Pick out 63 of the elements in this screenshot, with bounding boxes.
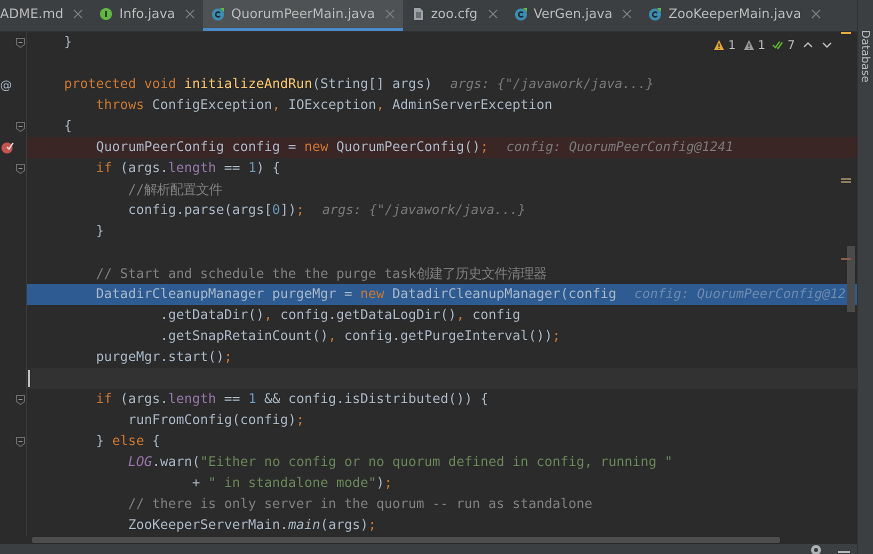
- code-line: }: [63, 35, 72, 50]
- code-line: {: [63, 119, 72, 134]
- close-icon[interactable]: [488, 9, 498, 19]
- editor-tab[interactable]: ADME.md: [0, 0, 92, 31]
- editor-tab[interactable]: zoo.cfg: [402, 0, 506, 31]
- close-icon[interactable]: [384, 9, 395, 19]
- error-stripe-marker[interactable]: [841, 178, 851, 180]
- inline-value-hint: config: QuorumPeerConfig@1241: [506, 140, 734, 155]
- inline-value-hint: args: {"/javawork/java...}: [450, 77, 654, 92]
- code-line: + " in standalone mode");: [191, 476, 392, 491]
- close-icon[interactable]: [73, 9, 84, 19]
- double-check-icon: [772, 39, 784, 51]
- fold-icon[interactable]: [16, 436, 25, 446]
- editor-tab[interactable]: ZooKeeperMain.java: [640, 0, 830, 31]
- class-icon: [648, 7, 662, 21]
- close-icon[interactable]: [185, 9, 196, 19]
- chevron-up-icon[interactable]: [802, 40, 814, 50]
- code-line: // Start and schedule the the purge task创建了历史文件清理器: [95, 266, 546, 282]
- code-line: LOG.warn("Either no config or no quorum defined in config, running ": [127, 455, 672, 470]
- breakpoint-icon[interactable]: [1, 141, 14, 154]
- side-panel-tab[interactable]: Database: [859, 0, 872, 82]
- class-icon: [211, 7, 226, 21]
- code-line: runFromConfig(config);: [127, 413, 304, 428]
- override-marker[interactable]: @: [0, 78, 12, 92]
- horizontal-scrollbar[interactable]: [32, 537, 780, 543]
- code-line: protected void initializeAndRun(String[] args): [63, 77, 432, 92]
- code-line: purgeMgr.start();: [95, 350, 232, 365]
- warning-marker[interactable]: [841, 32, 851, 34]
- code-line: // there is only server in the quorum -- run as standalone: [127, 497, 592, 512]
- fold-icon[interactable]: [16, 164, 25, 174]
- code-line: if (args.length == 1 && config.isDistributed()) {: [95, 392, 488, 407]
- error-stripe-marker[interactable]: [841, 181, 851, 183]
- code-line: .getSnapRetainCount(), config.getPurgeInterval());: [159, 329, 560, 344]
- text-caret: [28, 370, 30, 387]
- editor-tab[interactable]: QuorumPeerMain.java: [203, 0, 403, 31]
- inline-value-hint: args: {"/javawork/java...}: [322, 203, 526, 218]
- scrollbar-thumb[interactable]: [847, 246, 855, 312]
- code-line: } else {: [95, 434, 160, 449]
- breakpoint-marker[interactable]: [841, 258, 851, 260]
- fold-icon[interactable]: [16, 122, 25, 132]
- code-line: QuorumPeerConfig config = new QuorumPeerConfig();: [95, 140, 488, 155]
- interface-icon: [99, 7, 114, 21]
- code-line: //解析配置文件: [127, 182, 222, 198]
- inspection-count[interactable]: 1: [758, 38, 766, 52]
- code-line: DatadirCleanupManager purgeMgr = new DatadirCleanupManager(config: [95, 287, 616, 302]
- code-line: throws ConfigException, IOException, AdminServerException: [95, 98, 552, 113]
- editor-tab[interactable]: Info.java: [91, 0, 204, 31]
- inspection-count[interactable]: 1: [728, 38, 736, 52]
- code-line: ZooKeeperServerMain.main(args);: [127, 518, 376, 533]
- class-icon: [514, 7, 528, 21]
- fold-icon[interactable]: [16, 38, 25, 48]
- fold-icon[interactable]: [16, 394, 25, 404]
- code-line: if (args.length == 1) {: [95, 161, 280, 176]
- inspection-count[interactable]: 7: [787, 38, 795, 52]
- chevron-down-icon[interactable]: [821, 40, 833, 50]
- close-icon[interactable]: [811, 9, 822, 19]
- close-icon[interactable]: [622, 9, 632, 19]
- code-line: config.parse(args[0]);: [127, 203, 304, 218]
- editor-tab[interactable]: VerGen.java: [506, 0, 640, 31]
- code-line: }: [95, 224, 104, 239]
- code-line: .getDataDir(), config.getDataLogDir(), config: [159, 308, 520, 323]
- settings-icon[interactable]: [809, 544, 823, 554]
- inline-value-hint: config: QuorumPeerConfig@12: [634, 287, 846, 302]
